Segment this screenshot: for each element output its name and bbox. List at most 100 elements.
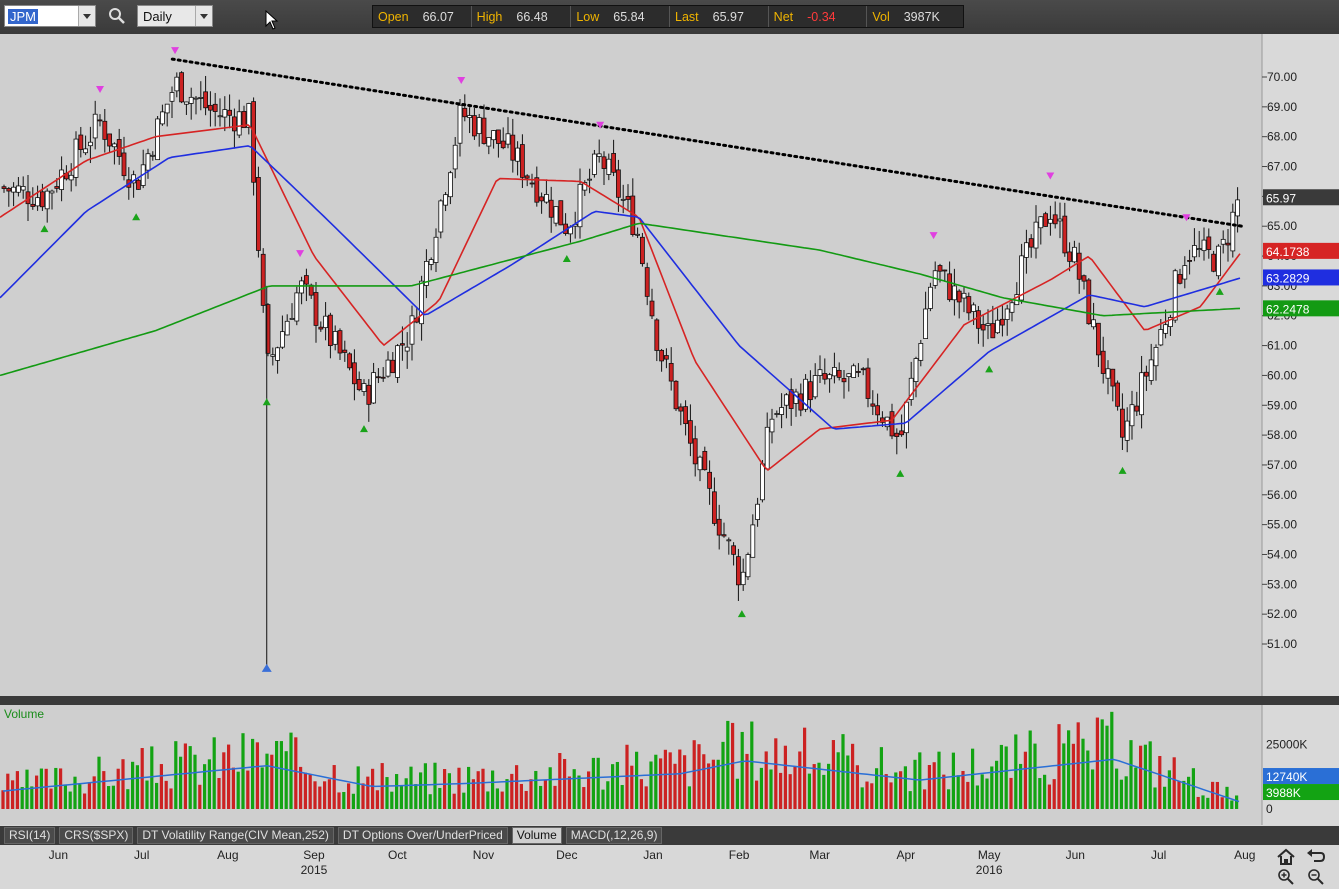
period-select[interactable]: Daily <box>137 5 213 27</box>
tab-options-over-under[interactable]: DT Options Over/UnderPriced <box>337 827 508 844</box>
candle-body <box>260 253 266 306</box>
candle-body <box>510 134 516 161</box>
volume-bar <box>745 753 749 809</box>
volume-bar <box>942 774 946 809</box>
tab-rsi[interactable]: RSI(14) <box>4 827 56 844</box>
candle <box>592 149 597 178</box>
candle-body <box>524 175 530 179</box>
volume-bar <box>1023 751 1027 809</box>
candle-body <box>1091 319 1096 328</box>
volume-panel[interactable]: Volume 25000K 0 12740K 3988K <box>0 705 1339 825</box>
volume-bar <box>1009 777 1013 809</box>
candle-body <box>155 118 161 161</box>
tab-crs[interactable]: CRS($SPX) <box>59 827 134 844</box>
volume-bar <box>524 790 528 809</box>
volume-bar <box>265 753 269 809</box>
volume-bar <box>1067 730 1071 809</box>
period-dropdown-icon[interactable] <box>195 6 212 26</box>
time-axis-labels: Jun Jul Aug Sep Oct Nov Dec Jan Feb Mar Apr May Jun J… <box>49 848 1256 877</box>
volume-bar <box>932 762 936 809</box>
candle-body <box>1110 368 1116 387</box>
candle-body <box>1038 216 1044 229</box>
candle-body <box>399 343 405 346</box>
candle-body <box>121 152 127 177</box>
volume-bar <box>1143 744 1147 809</box>
volume-bar <box>798 751 802 809</box>
volume-bar <box>433 762 437 809</box>
candle-body <box>515 147 520 162</box>
candle <box>155 115 161 161</box>
tab-macd[interactable]: MACD(,12,26,9) <box>565 827 663 844</box>
price-chart-panel[interactable]: 70.0069.0068.0067.0066.0065.0064.0063.00… <box>0 34 1339 696</box>
month-label: Aug <box>1234 848 1255 862</box>
volume-bar <box>875 768 879 809</box>
volume-bar <box>740 731 744 809</box>
candle-body <box>808 381 813 401</box>
candle-body <box>212 103 218 112</box>
volume-bar <box>697 744 701 809</box>
candle-body <box>49 190 55 194</box>
candle <box>640 232 645 267</box>
candle-body <box>1220 238 1226 245</box>
candle-body <box>159 111 165 125</box>
mouse-cursor-icon <box>265 9 279 33</box>
month-label: Apr <box>896 848 915 862</box>
volume-bar <box>500 791 504 809</box>
candle-body <box>875 405 880 416</box>
volume-bar <box>1115 768 1119 809</box>
search-icon[interactable] <box>107 6 127 26</box>
candle-body <box>1144 371 1149 377</box>
tab-volume[interactable]: Volume <box>511 827 562 844</box>
volume-bar <box>630 765 634 809</box>
symbol-input[interactable]: JPM <box>4 5 96 27</box>
quote-open: Open 66.07 <box>373 6 472 27</box>
candle-body <box>836 369 842 378</box>
volume-bar <box>275 740 279 809</box>
home-icon[interactable] <box>1275 848 1297 866</box>
volume-bar <box>769 769 773 809</box>
volume-bar <box>855 765 859 809</box>
month-label: Jun <box>1066 848 1085 862</box>
candle-body <box>135 179 141 190</box>
candle-body <box>774 413 780 415</box>
candle-body <box>668 362 674 382</box>
zoom-out-icon[interactable] <box>1305 867 1327 885</box>
panel-separator[interactable] <box>0 696 1339 705</box>
candle-body <box>544 194 549 203</box>
volume-bar <box>1230 800 1234 809</box>
symbol-dropdown-icon[interactable] <box>78 6 95 26</box>
volume-chart[interactable]: Volume 25000K 0 12740K 3988K <box>0 705 1339 825</box>
volume-bar <box>83 793 87 809</box>
volume-bar <box>985 778 989 809</box>
volume-bar <box>879 747 883 809</box>
month-label: Nov <box>473 848 494 862</box>
volume-bar <box>68 791 72 809</box>
year-label: 2015 <box>301 863 328 877</box>
volume-bar <box>462 792 466 809</box>
candle-body <box>366 384 372 405</box>
price-chart[interactable]: 70.0069.0068.0067.0066.0065.0064.0063.00… <box>0 34 1339 696</box>
volume-bar <box>414 784 418 809</box>
candle <box>1172 268 1178 323</box>
undo-icon[interactable] <box>1305 848 1327 866</box>
candle-body <box>985 323 991 326</box>
candle-body <box>313 292 319 326</box>
candle-body <box>1211 253 1216 272</box>
candle-body <box>1100 350 1106 374</box>
candle-body <box>1196 248 1202 250</box>
volume-bar <box>831 740 835 809</box>
candle-body <box>976 310 981 329</box>
volume-bar <box>951 752 955 809</box>
tab-volatility-range[interactable]: DT Volatility Range(CIV Mean,252) <box>137 827 334 844</box>
candle-body <box>323 315 329 329</box>
zoom-in-icon[interactable] <box>1275 867 1297 885</box>
candle-body <box>817 369 823 376</box>
volume-bar <box>404 778 408 809</box>
candle <box>1115 380 1120 411</box>
candle-body <box>995 319 1000 334</box>
volume-bar <box>491 770 495 809</box>
candle-body <box>318 326 324 330</box>
candle-body <box>812 375 818 398</box>
volume-bar <box>207 759 211 809</box>
volume-bar <box>97 756 101 809</box>
